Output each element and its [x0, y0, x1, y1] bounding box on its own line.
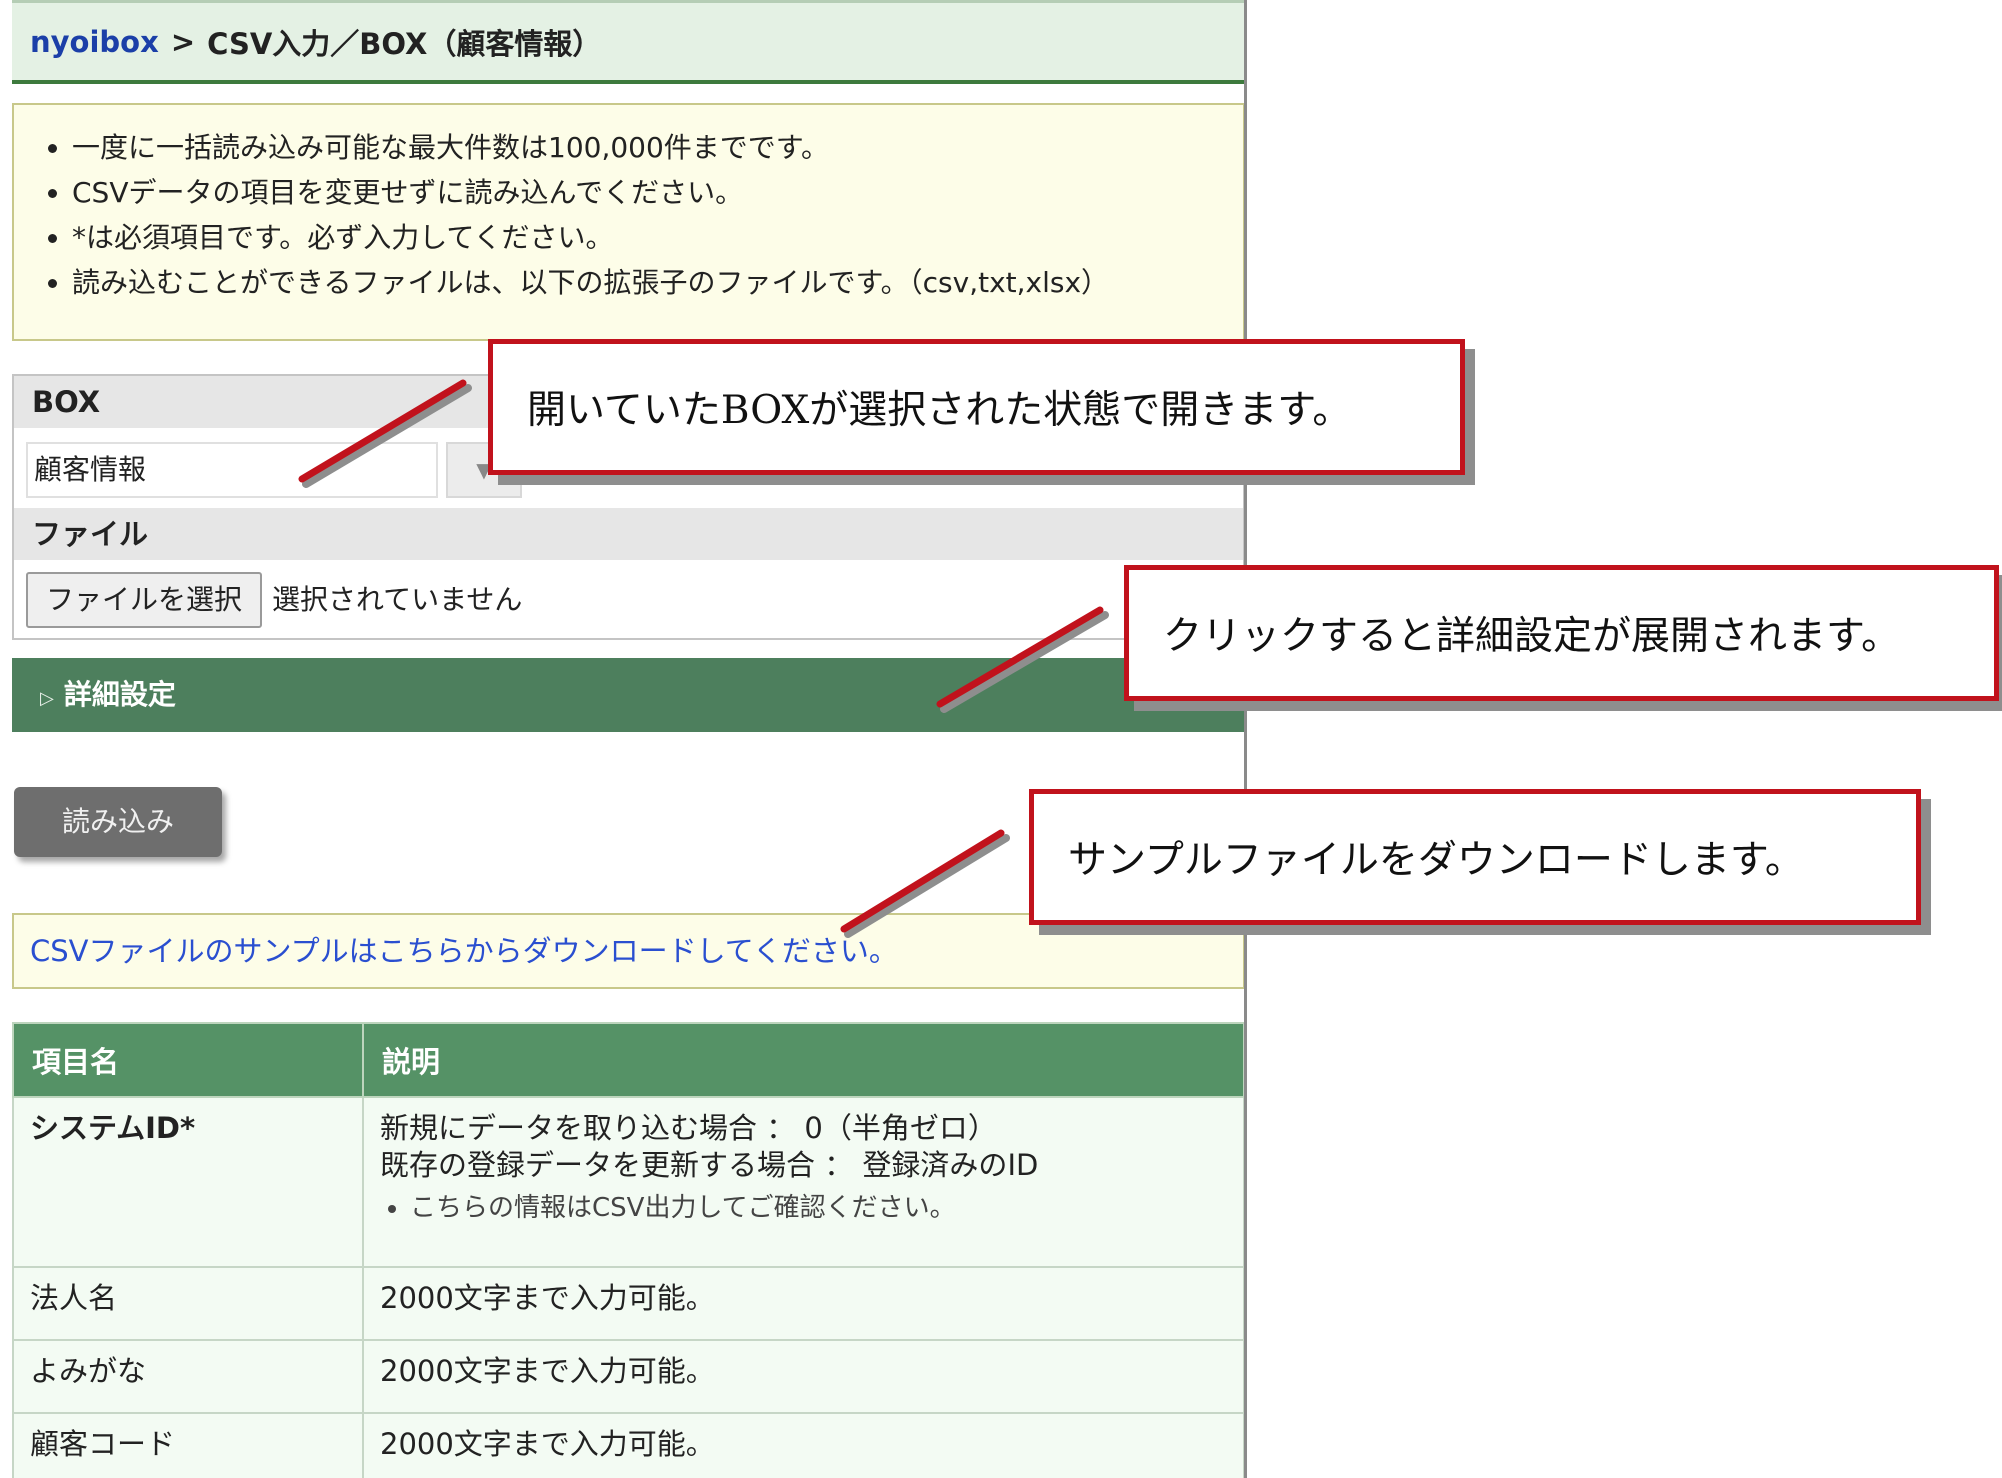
- callout-text: 開いていたBOXが選択された状態で開きます。: [527, 388, 1352, 433]
- callout-advanced-settings: クリックすると詳細設定が展開されます。: [1124, 565, 1999, 701]
- callout-text: サンプルファイルをダウンロードします。: [1068, 838, 1804, 883]
- callout-pointer-sample: [840, 829, 1005, 933]
- callout-pointer-box: [298, 379, 467, 483]
- callout-sample-download: サンプルファイルをダウンロードします。: [1029, 789, 1921, 925]
- callout-text: クリックすると詳細設定が展開されます。: [1163, 614, 1901, 659]
- callout-pointer-shadow: [302, 384, 472, 488]
- callout-pointer-advanced: [936, 606, 1104, 708]
- callout-pointers: [298, 379, 1109, 938]
- callout-pointer-shadow: [844, 834, 1010, 938]
- callout-pointer-shadow: [940, 611, 1109, 713]
- callout-box-selection: 開いていたBOXが選択された状態で開きます。: [488, 339, 1465, 475]
